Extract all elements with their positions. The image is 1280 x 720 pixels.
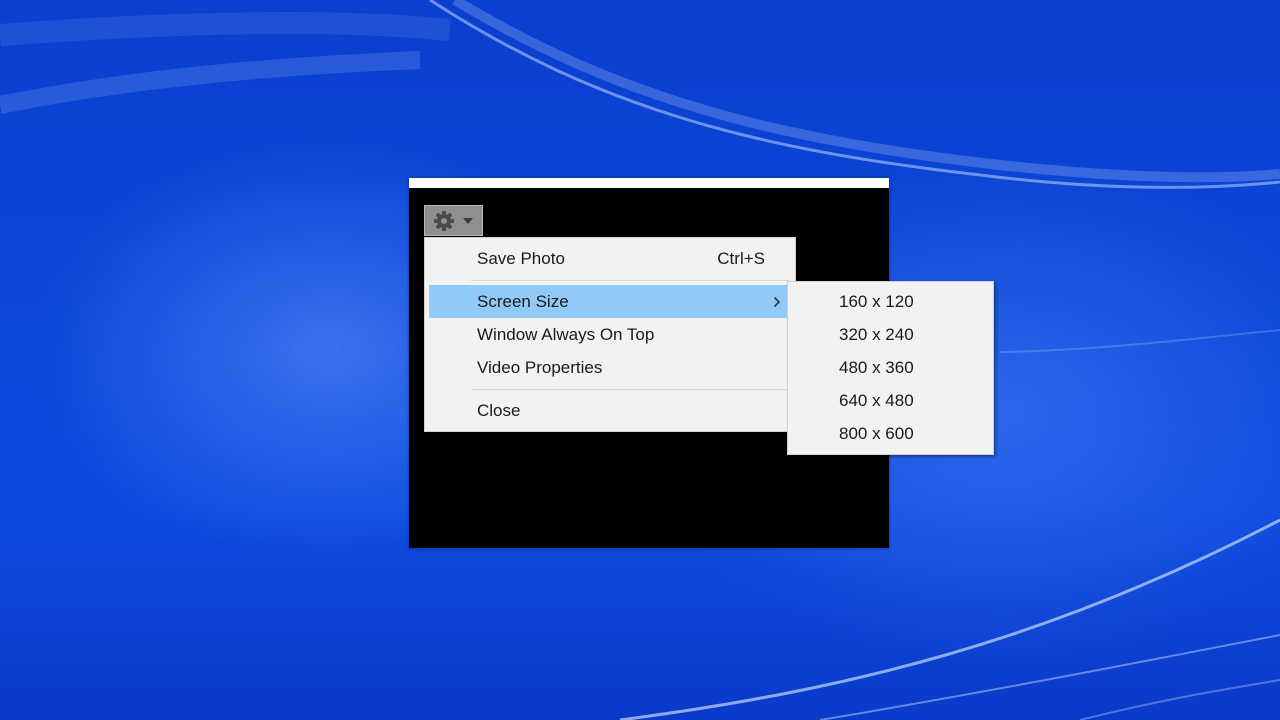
submenu-item-label: 640 x 480 (839, 391, 914, 410)
settings-menu-button[interactable] (424, 205, 483, 236)
menu-item-label: Window Always On Top (477, 325, 655, 344)
submenu-item-label: 160 x 120 (839, 292, 914, 311)
submenu-item-label: 320 x 240 (839, 325, 914, 344)
menu-item-screen-size[interactable]: Screen Size (429, 285, 791, 318)
submenu-item-320x240[interactable]: 320 x 240 (792, 318, 989, 351)
submenu-item-label: 800 x 600 (839, 424, 914, 443)
submenu-item-label: 480 x 360 (839, 358, 914, 377)
menu-separator (471, 280, 789, 281)
menu-separator (471, 389, 789, 390)
chevron-down-icon (463, 218, 473, 224)
window-title-bar[interactable] (409, 178, 889, 188)
menu-item-label: Save Photo (477, 249, 565, 268)
submenu-item-800x600[interactable]: 800 x 600 (792, 417, 989, 450)
chevron-right-icon (773, 296, 781, 308)
menu-item-video-properties[interactable]: Video Properties (429, 351, 791, 384)
menu-item-label: Close (477, 401, 521, 420)
menu-item-close[interactable]: Close (429, 394, 791, 427)
menu-item-window-always-on-top[interactable]: Window Always On Top (429, 318, 791, 351)
submenu-item-640x480[interactable]: 640 x 480 (792, 384, 989, 417)
menu-item-label: Screen Size (477, 292, 569, 311)
menu-item-label: Video Properties (477, 358, 603, 377)
submenu-item-480x360[interactable]: 480 x 360 (792, 351, 989, 384)
context-menu: Save Photo Ctrl+S Screen Size Window Alw… (424, 237, 796, 432)
gear-icon (434, 211, 454, 231)
menu-item-save-photo[interactable]: Save Photo Ctrl+S (429, 242, 791, 275)
screen-size-submenu: 160 x 120 320 x 240 480 x 360 640 x 480 … (787, 281, 994, 455)
submenu-item-160x120[interactable]: 160 x 120 (792, 285, 989, 318)
menu-item-shortcut: Ctrl+S (717, 249, 765, 268)
